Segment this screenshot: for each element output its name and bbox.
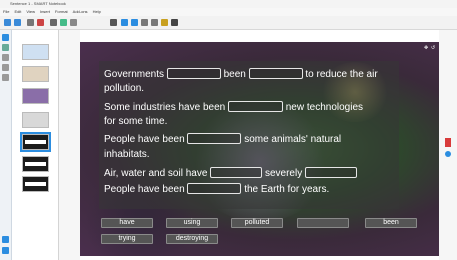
- display-icon[interactable]: [60, 19, 67, 26]
- pen-tray-icon[interactable]: [445, 138, 451, 147]
- sentence-text: for some time.: [104, 116, 168, 127]
- fill-icon[interactable]: [161, 19, 168, 26]
- sentence-text: been: [223, 69, 246, 80]
- eraser-icon[interactable]: [131, 19, 138, 26]
- thumbnail-stripe: [25, 162, 46, 166]
- sentence-line-1: Governments been to reduce the air: [104, 68, 378, 81]
- answer-blank[interactable]: [227, 101, 283, 112]
- sentence-text: severely: [264, 168, 303, 179]
- side-tabs: [0, 30, 12, 260]
- attachments-icon[interactable]: [2, 54, 9, 61]
- page-thumbnail[interactable]: [22, 176, 49, 192]
- text-icon[interactable]: [171, 19, 178, 26]
- sentence-text: Some industries have been: [104, 102, 226, 113]
- answer-blank[interactable]: [210, 167, 263, 178]
- answer-blank[interactable]: [187, 183, 242, 194]
- menu-file[interactable]: File: [3, 8, 9, 16]
- word-tile[interactable]: destroying: [166, 234, 218, 244]
- menu-help[interactable]: Help: [93, 8, 101, 16]
- sentence-line-5: People have been some animals' natural: [104, 133, 341, 146]
- help-icon[interactable]: [445, 151, 451, 157]
- menu-view[interactable]: View: [26, 8, 35, 16]
- page-sorter: [12, 30, 59, 260]
- menu-format[interactable]: Format: [55, 8, 68, 16]
- thumbnail-stripe: [25, 182, 46, 186]
- menu-addons[interactable]: Add-ons: [73, 8, 88, 16]
- sentence-line-6: inhabitats.: [104, 149, 150, 161]
- move-sidebar-icon[interactable]: [2, 236, 9, 243]
- word-tile[interactable]: trying: [101, 234, 153, 244]
- sentence-line-2: pollution.: [104, 83, 144, 95]
- right-panel: [439, 30, 457, 260]
- reset-icon[interactable]: ↺: [431, 45, 435, 51]
- sentence-line-3: Some industries have been new technologi…: [104, 101, 363, 114]
- sentence-text: pollution.: [104, 83, 145, 94]
- answer-blank[interactable]: [304, 167, 357, 178]
- addons-icon[interactable]: [2, 74, 9, 81]
- page-sorter-icon[interactable]: [2, 34, 9, 41]
- menu-edit[interactable]: Edit: [14, 8, 21, 16]
- move-icon[interactable]: ✥: [424, 45, 428, 51]
- sentence-text: new technologies: [285, 102, 364, 113]
- sentence-text: the Earth for years.: [244, 184, 330, 195]
- word-tile[interactable]: have: [101, 218, 153, 228]
- sentence-text: to reduce the air: [305, 69, 378, 80]
- screen-shade-icon[interactable]: [50, 19, 57, 26]
- menu-bar: File Edit View Insert Format Add-ons Hel…: [0, 8, 457, 16]
- word-tile[interactable]: been: [365, 218, 417, 228]
- page-thumbnail-selected[interactable]: [20, 132, 51, 152]
- gallery-icon[interactable]: [2, 44, 9, 51]
- properties-icon[interactable]: [2, 64, 9, 71]
- word-tile[interactable]: [297, 218, 349, 228]
- workspace-margin: [59, 30, 80, 260]
- line-icon[interactable]: [141, 19, 148, 26]
- pen-icon[interactable]: [121, 19, 128, 26]
- select-icon[interactable]: [110, 19, 117, 26]
- answer-blank[interactable]: [166, 68, 221, 79]
- sentence-text: inhabitats.: [104, 149, 150, 160]
- word-tile[interactable]: polluted: [231, 218, 283, 228]
- sentence-line-4: for some time.: [104, 116, 167, 128]
- sentence-text: People have been: [104, 134, 185, 145]
- page-thumbnail[interactable]: [22, 88, 49, 104]
- page-thumbnail[interactable]: [22, 66, 49, 82]
- sentence-text: Governments: [104, 69, 165, 80]
- thumbnail-stripe: [25, 140, 46, 144]
- back-icon[interactable]: [4, 19, 11, 26]
- page-thumbnail[interactable]: [22, 44, 49, 60]
- sentence-text: some animals' natural: [244, 134, 342, 145]
- add-page-icon[interactable]: [27, 19, 34, 26]
- window-title: Sentence 1 - SMART Notebook: [0, 0, 457, 8]
- forward-icon[interactable]: [14, 19, 21, 26]
- delete-page-icon[interactable]: [37, 19, 44, 26]
- toolbar: [0, 16, 457, 30]
- sentence-text: People have been: [104, 184, 185, 195]
- page-thumbnail[interactable]: [22, 112, 49, 128]
- sentence-line-8: People have been the Earth for years.: [104, 183, 329, 196]
- table-icon[interactable]: [70, 19, 77, 26]
- sentence-text: Air, water and soil have: [104, 168, 208, 179]
- page-thumbnail[interactable]: [22, 156, 49, 172]
- answer-blank[interactable]: [248, 68, 303, 79]
- sentence-panel: Governments been to reduce the air pollu…: [99, 61, 399, 209]
- menu-insert[interactable]: Insert: [40, 8, 50, 16]
- shape-icon[interactable]: [151, 19, 158, 26]
- sentence-line-7: Air, water and soil have severely: [104, 167, 357, 180]
- auto-hide-icon[interactable]: [2, 247, 9, 254]
- lesson-canvas[interactable]: ✥ ↺ Governments been to reduce the air p…: [80, 42, 439, 256]
- answer-blank[interactable]: [187, 133, 242, 144]
- word-tile[interactable]: using: [166, 218, 218, 228]
